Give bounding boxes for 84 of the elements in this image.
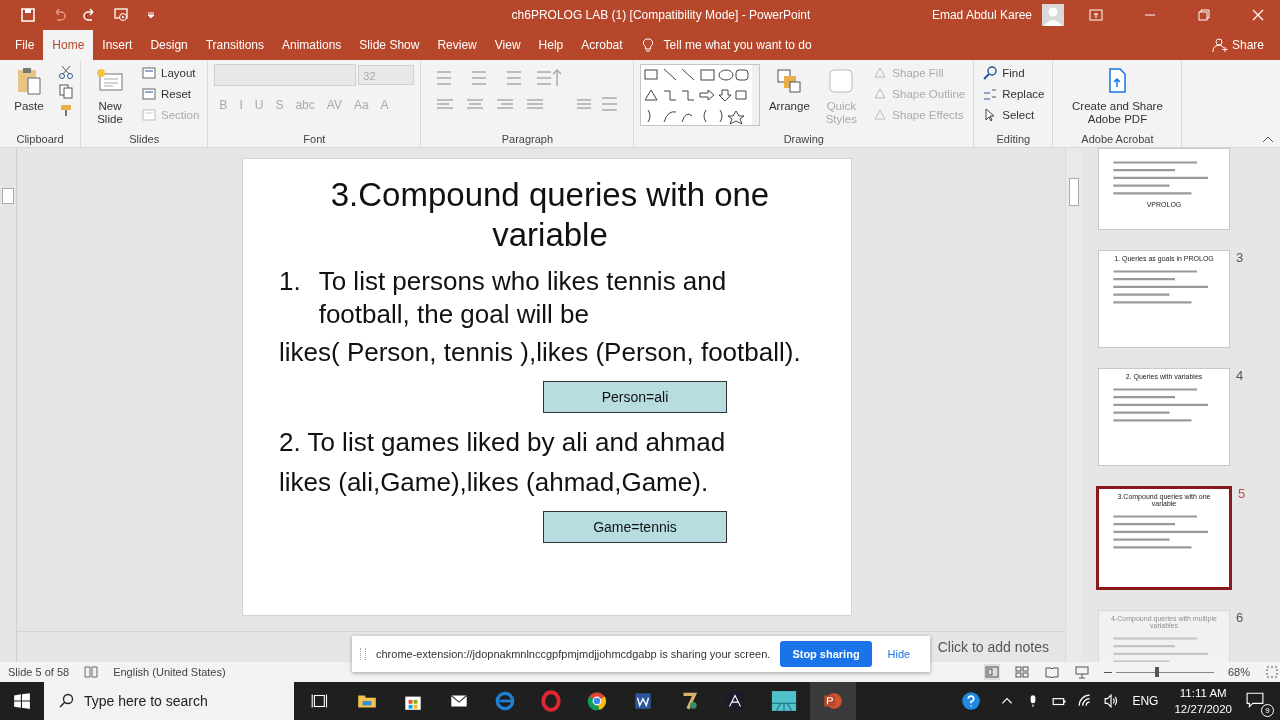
reading-view-icon[interactable]: [1043, 664, 1060, 681]
collapse-ribbon-icon[interactable]: [1262, 135, 1274, 144]
group-label: Editing: [995, 133, 1032, 146]
notes-placeholder[interactable]: Click to add notes: [937, 639, 1049, 656]
paste-button[interactable]: Paste: [6, 63, 52, 115]
presentation-icon[interactable]: [1073, 664, 1090, 681]
slide-title: 3.Compound queries with one variable: [329, 175, 771, 256]
scroll-thumb[interactable]: [2, 188, 14, 205]
layout-icon: [141, 106, 157, 123]
copy-icon[interactable]: [58, 82, 74, 99]
notification-count: 9: [1261, 703, 1274, 717]
slide-number: 6: [1236, 610, 1244, 626]
list-number: 1.: [279, 265, 301, 299]
new-slide-button[interactable]: New Slide: [87, 63, 133, 128]
share-button[interactable]: Share: [1205, 35, 1270, 54]
language-label[interactable]: English (United States): [113, 666, 226, 679]
slide-text: likes (ali,Game),likes (ahmad,Game).: [279, 466, 710, 500]
normal-view-icon[interactable]: [983, 664, 1000, 681]
ribbon-tab[interactable]: Animations: [273, 29, 351, 60]
ribbon-tab[interactable]: Help: [529, 29, 573, 60]
slide-command-button[interactable]: Layout: [139, 63, 202, 82]
font-name-field[interactable]: [214, 63, 357, 86]
tell-me-search[interactable]: Tell me what you want to do: [663, 37, 812, 52]
ribbon-tab[interactable]: Insert: [93, 29, 142, 60]
editing-command-button[interactable]: Find: [980, 63, 1027, 82]
user-name: Emad Abdul Karee: [931, 7, 1032, 22]
slide-text: To list persons who likes tennis and football, the goal will be: [318, 265, 728, 332]
ribbon-tab[interactable]: Acrobat: [572, 29, 632, 60]
layout-icon: [141, 64, 157, 81]
slide-text: 2. To list games liked by ali and ahmad: [279, 426, 727, 460]
slide-sorter-icon[interactable]: [1013, 664, 1030, 681]
group-label: Drawing: [782, 133, 825, 146]
slide-command-button[interactable]: Reset: [139, 84, 202, 103]
stop-sharing-button[interactable]: Stop sharing: [780, 641, 872, 667]
input-language[interactable]: ENG: [1132, 694, 1159, 708]
shapes-gallery[interactable]: [640, 63, 761, 126]
avatar-icon[interactable]: [1042, 3, 1064, 26]
scroll-thumb[interactable]: [1069, 178, 1079, 207]
slide-counter: Slide 5 of 58: [8, 666, 70, 679]
group-label: Font: [302, 133, 327, 146]
ribbon-tab[interactable]: View: [485, 29, 530, 60]
group-label: Paragraph: [500, 133, 555, 146]
ribbon-tab[interactable]: Design: [141, 29, 197, 60]
slide-number: 3: [1236, 250, 1244, 266]
group-label: Slides: [128, 133, 161, 146]
layout-icon: [141, 85, 157, 102]
slide-number: 4: [1236, 368, 1244, 384]
search-icon: [58, 693, 74, 709]
clock-date[interactable]: 12/27/2020: [1174, 701, 1232, 717]
zoom-slider-thumb[interactable]: [1155, 666, 1160, 677]
zoom-slider[interactable]: [1103, 665, 1214, 680]
ribbon-tab[interactable]: File: [6, 29, 44, 60]
sharing-message: chrome-extension://jdopnakmnlnccgpfpmjmdjjohmcdgabp is sharing your screen.: [376, 648, 771, 660]
slideshow-icon[interactable]: [113, 6, 129, 23]
clock-time[interactable]: 11:11 AM: [1179, 685, 1227, 701]
wifi-icon[interactable]: [1078, 694, 1093, 708]
group-label: Clipboard: [15, 133, 65, 146]
ribbon-tab[interactable]: Home: [43, 29, 94, 60]
add-person-icon: [1211, 36, 1228, 53]
search-icon: [982, 64, 999, 81]
ribbon-tab[interactable]: Review: [428, 29, 486, 60]
notifications-icon[interactable]: [1246, 690, 1264, 709]
slide-text: likes( Person, tennis ),likes (Person, football).: [279, 336, 802, 370]
window-title: ch6PROLOG LAB (1) [Compatibility Mode] - PowerPoint: [510, 7, 812, 22]
restore-icon[interactable]: [1196, 6, 1212, 23]
answer-box: Person=ali: [543, 381, 727, 414]
drag-handle-icon[interactable]: [360, 648, 366, 660]
answer-box: Game=tennis: [543, 511, 727, 544]
cut-icon[interactable]: [58, 63, 74, 80]
editing-command-button[interactable]: Select: [980, 105, 1037, 124]
spelling-icon[interactable]: [83, 664, 100, 681]
ribbon-tab[interactable]: Transitions: [196, 29, 273, 60]
hide-button[interactable]: Hide: [881, 647, 917, 661]
arrange-button[interactable]: Arrange: [766, 63, 813, 115]
volume-icon[interactable]: [1104, 694, 1119, 708]
create-pdf-button[interactable]: Create and Share Adobe PDF: [1059, 63, 1176, 128]
taskbar-search-field[interactable]: Type here to search: [44, 682, 294, 720]
group-label: Adobe Acrobat: [1080, 133, 1155, 146]
save-icon[interactable]: [20, 6, 36, 23]
zoom-level[interactable]: 68%: [1227, 666, 1250, 679]
ribbon-tab[interactable]: Slide Show: [350, 29, 429, 60]
ribbon-display-icon[interactable]: [1088, 6, 1104, 23]
slide-number: 5: [1238, 486, 1246, 502]
editing-command-button[interactable]: Replace: [980, 84, 1047, 103]
